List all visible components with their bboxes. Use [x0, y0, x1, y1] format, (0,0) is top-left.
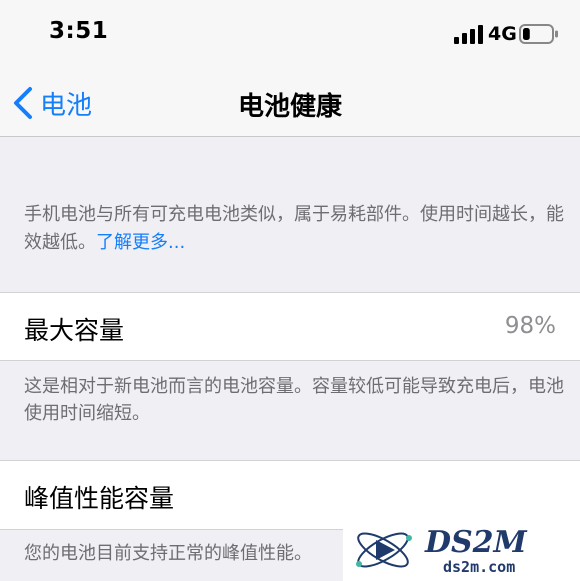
max-capacity-note: 这是相对于新电池而言的电池容量。容量较低可能导致充电后，电池使用时间缩短。	[24, 376, 564, 424]
watermark-brand: DS2M	[424, 525, 528, 560]
max-capacity-label: 最大容量	[24, 316, 125, 345]
cellular-signal-icon	[454, 25, 483, 44]
peak-performance-label: 峰值性能容量	[24, 484, 175, 513]
navigation-bar: 电池 电池健康	[0, 70, 580, 137]
page-title: 电池健康	[237, 92, 342, 122]
status-bar: 3:51 4G	[0, 0, 580, 70]
max-capacity-value: 98%	[504, 313, 556, 339]
network-type: 4G	[488, 23, 517, 45]
watermark-logo: DS2M ds2m.com	[343, 520, 580, 581]
battery-icon	[519, 24, 558, 44]
learn-more-link[interactable]: 了解更多...	[96, 232, 185, 253]
battery-info-text: 手机电池与所有可充电电池类似，属于易耗部件。使用时间越长，能效越低。了解更多..…	[24, 201, 564, 257]
battery-fill	[523, 28, 530, 40]
max-capacity-row: 最大容量 98%	[0, 292, 580, 361]
status-time: 3:51	[49, 18, 109, 44]
watermark-domain: ds2m.com	[443, 558, 515, 576]
